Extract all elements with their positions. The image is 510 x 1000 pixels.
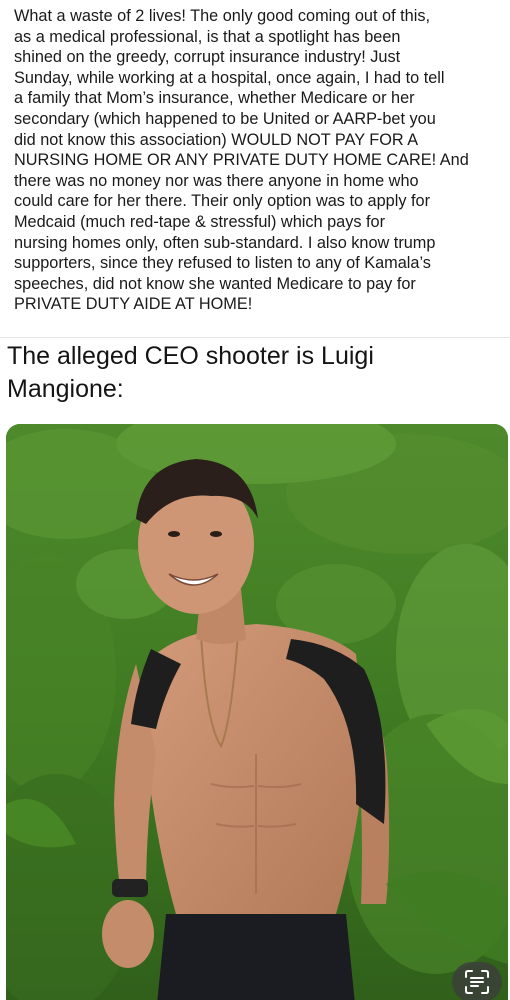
person-photo[interactable] xyxy=(6,424,508,1000)
headline-text: The alleged CEO shooter is Luigi Mangion… xyxy=(7,342,374,403)
right-eye xyxy=(210,531,222,537)
screenshot-page: What a waste of 2 lives! The only good c… xyxy=(0,0,510,1000)
live-text-scan-button[interactable] xyxy=(452,962,502,1000)
live-text-scan-icon xyxy=(465,970,489,994)
left-eye xyxy=(168,531,180,537)
post-body-text: What a waste of 2 lives! The only good c… xyxy=(14,7,469,314)
shorts xyxy=(157,914,355,1000)
photo-illustration xyxy=(6,424,508,1000)
divider xyxy=(0,337,510,338)
hand xyxy=(102,900,154,968)
wristband xyxy=(112,879,148,897)
